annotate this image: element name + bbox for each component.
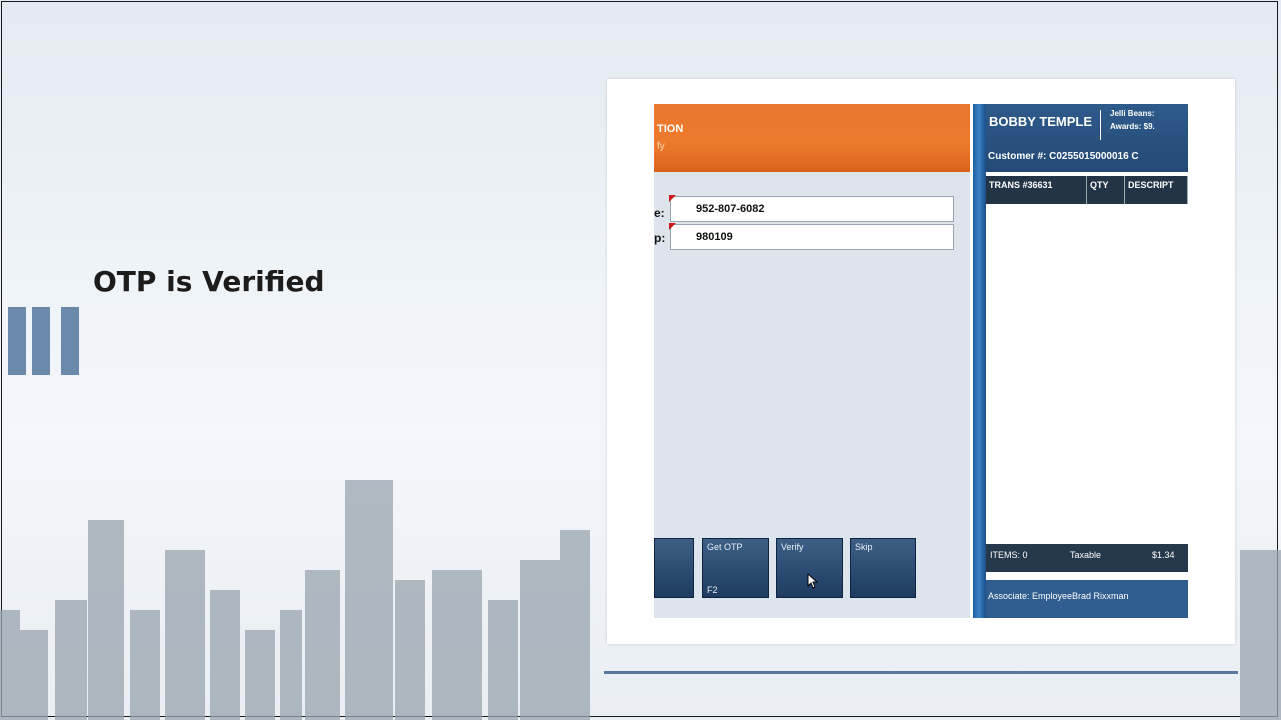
brace-decoration <box>1100 110 1107 140</box>
items-count: ITEMS: 0 <box>990 550 1028 560</box>
taxable-value: $1.34 <box>1152 550 1175 560</box>
mouse-cursor-icon <box>807 573 819 589</box>
otp-panel-header: TION fy <box>654 104 970 172</box>
transaction-panel: BOBBY TEMPLE Jelli Beans: Awards: $9. Cu… <box>986 104 1188 618</box>
otp-header-title: TION <box>657 123 684 135</box>
get-otp-hotkey: F2 <box>707 585 718 595</box>
otp-verification-panel: TION fy e: 952-807-6082 p: 980109 Get OT… <box>654 104 970 618</box>
column-header-qty[interactable]: QTY <box>1087 176 1125 204</box>
verify-button[interactable]: Verify <box>776 538 843 598</box>
phone-field-label: e: <box>654 206 665 220</box>
skip-button[interactable]: Skip <box>850 538 916 598</box>
otp-input[interactable]: 980109 <box>669 223 954 250</box>
associate-bar: Associate: EmployeeBrad Rixxman <box>986 580 1188 618</box>
otp-input-value: 980109 <box>696 231 733 243</box>
customer-name: BOBBY TEMPLE <box>989 114 1093 129</box>
required-marker-icon <box>669 195 676 202</box>
column-header-description[interactable]: DESCRIPT <box>1125 176 1188 204</box>
jelli-beans-label: Jelli Beans: <box>1110 109 1155 118</box>
function-key-blank[interactable] <box>654 538 694 598</box>
get-otp-button[interactable]: Get OTP F2 <box>702 538 769 598</box>
taxable-label: Taxable <box>1070 550 1102 560</box>
skip-label: Skip <box>855 542 873 552</box>
otp-field-label: p: <box>654 231 666 245</box>
summary-row: ITEMS: 0 Taxable $1.34 <box>986 544 1188 572</box>
awards-label: Awards: $9. <box>1110 122 1155 131</box>
column-header-trans[interactable]: TRANS #36631 <box>986 176 1087 204</box>
bottom-rule <box>604 671 1238 674</box>
phone-input[interactable]: 952-807-6082 <box>669 195 954 222</box>
get-otp-label: Get OTP <box>707 542 743 552</box>
required-marker-icon <box>669 223 676 230</box>
otp-header-subtitle: fy <box>657 141 665 152</box>
phone-input-value: 952-807-6082 <box>696 203 765 215</box>
associate-name: Associate: EmployeeBrad Rixxman <box>988 591 1129 601</box>
panel-divider <box>973 104 986 618</box>
customer-header: BOBBY TEMPLE Jelli Beans: Awards: $9. Cu… <box>986 104 1188 172</box>
slide-title: OTP is Verified <box>93 265 325 298</box>
verify-label: Verify <box>781 542 804 552</box>
customer-number: Customer #: C0255015000016 C <box>988 151 1139 162</box>
